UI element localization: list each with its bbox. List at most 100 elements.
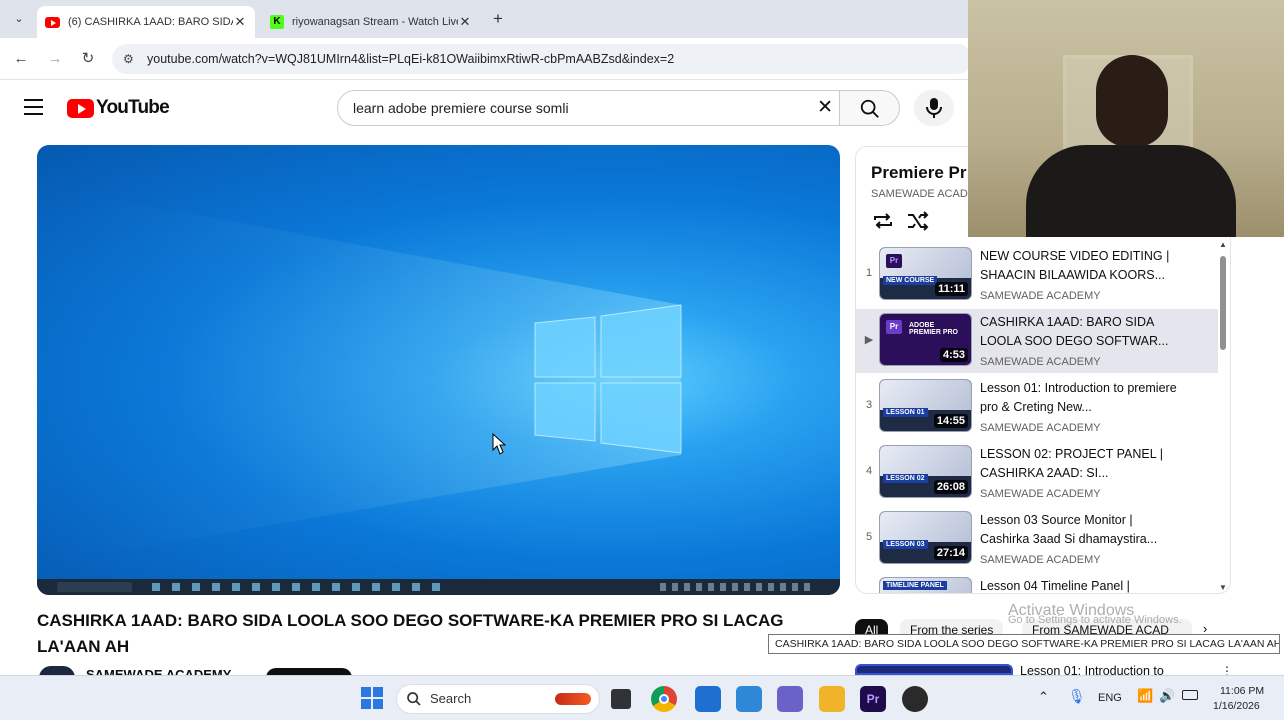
playlist-item-thumbnail: Pr ADOBE PREMIER PRO 4:53: [879, 313, 972, 366]
voice-search-button[interactable]: [914, 90, 954, 126]
youtube-play-logo-icon: [67, 98, 94, 118]
tab-title: (6) CASHIRKA 1AAD: BARO SIDA LOOLA SOO D…: [68, 16, 233, 28]
video-player[interactable]: [37, 145, 840, 595]
thumbnail-label: ADOBE PREMIER PRO: [909, 322, 959, 336]
playlist-item-title: Lesson 04 Timeline Panel |: [980, 579, 1130, 593]
language-indicator[interactable]: ENG: [1098, 692, 1122, 704]
playlist-scrollbar[interactable]: ▲ ▼: [1217, 240, 1229, 592]
playlist-item[interactable]: 1 Pr NEW COURSE 11:11 NEW COURSE VIDEO E…: [856, 243, 1218, 307]
playlist-item-current[interactable]: ▶ Pr ADOBE PREMIER PRO 4:53 CASHIRKA 1AA…: [856, 309, 1218, 373]
back-arrow-icon[interactable]: ←: [10, 48, 32, 70]
person-head: [1096, 55, 1168, 147]
windows-taskbar: Search Pr ⌃ 🎙 ENG 📶 🔊 11:06 PM 1/16/2026: [0, 675, 1284, 720]
search-input[interactable]: learn adobe premiere course somli ✕: [337, 90, 840, 126]
menu-hamburger-icon[interactable]: [24, 99, 43, 115]
volume-icon[interactable]: 🔊: [1159, 688, 1175, 704]
app-icon[interactable]: [902, 686, 928, 712]
tab-youtube[interactable]: (6) CASHIRKA 1AAD: BARO SIDA LOOLA SOO D…: [37, 6, 255, 38]
tab-close-icon[interactable]: ✕: [458, 14, 472, 30]
show-hidden-icons-icon[interactable]: ⌃: [1038, 689, 1049, 705]
wifi-icon[interactable]: 📶: [1137, 688, 1153, 704]
playlist-item[interactable]: 5 LESSON 03 27:14 Lesson 03 Source Monit…: [856, 507, 1218, 571]
playlist-item-title: Lesson 03 Source Monitor | Cashirka 3aad…: [980, 513, 1158, 546]
taskbar-search-label: Search: [430, 691, 472, 706]
playlist-item-index: 5: [865, 531, 873, 543]
thumbnail-label: LESSON 01: [883, 408, 928, 417]
shuffle-icon[interactable]: [906, 211, 930, 231]
youtube-favicon-icon: [45, 16, 60, 28]
related-video-title[interactable]: Lesson 01: Introduction to: [1020, 664, 1164, 675]
task-view-icon[interactable]: [611, 689, 631, 709]
address-bar[interactable]: ⚙ youtube.com/watch?v=WQJ81UMIrn4&list=P…: [112, 44, 972, 74]
duration-badge: 14:55: [933, 414, 968, 428]
teams-icon[interactable]: [777, 686, 803, 712]
person-body: [1026, 145, 1236, 237]
playlist-item-title: Lesson 01: Introduction to premiere pro …: [980, 381, 1177, 414]
clear-search-icon[interactable]: ✕: [817, 91, 833, 125]
thumbnail-label: LESSON 02: [883, 474, 928, 483]
system-tray: ⌃ 🎙 ENG 📶 🔊 11:06 PM 1/16/2026: [1030, 676, 1284, 721]
search-icon: [407, 692, 421, 706]
store-icon[interactable]: [695, 686, 721, 712]
tab-kick[interactable]: K riyowanagsan Stream - Watch Live ✕: [262, 6, 480, 38]
playlist-item[interactable]: 3 LESSON 01 14:55 Lesson 01: Introductio…: [856, 375, 1218, 439]
recorded-taskbar: [37, 579, 840, 595]
new-tab-icon[interactable]: +: [488, 9, 508, 29]
battery-icon[interactable]: [1182, 690, 1198, 700]
tab-search-dropdown-icon[interactable]: ⌄: [10, 10, 28, 28]
forward-arrow-icon[interactable]: →: [44, 48, 66, 70]
playlist-item-index: 1: [865, 267, 873, 279]
thumbnail-label: LESSON 03: [883, 540, 928, 549]
playlist-item[interactable]: TIMELINE PANEL Lesson 04 Timeline Panel …: [856, 573, 1218, 593]
playlist-channel[interactable]: SAMEWADE ACADE: [871, 188, 975, 200]
youtube-header: YouTube learn adobe premiere course soml…: [0, 80, 968, 136]
tab-title: riyowanagsan Stream - Watch Live: [292, 16, 458, 28]
youtube-logo[interactable]: YouTube: [67, 97, 170, 119]
scroll-up-icon[interactable]: ▲: [1219, 240, 1227, 249]
duration-badge: 27:14: [933, 546, 968, 560]
scroll-down-icon[interactable]: ▼: [1219, 583, 1227, 592]
loop-icon[interactable]: [872, 211, 894, 231]
playlist-item-title: LESSON 02: PROJECT PANEL | CASHIRKA 2AAD…: [980, 447, 1163, 480]
watermark-line2: Go to Settings to activate Windows.: [1008, 614, 1182, 626]
playlist-item-title: CASHIRKA 1AAD: BARO SIDA LOOLA SOO DEGO …: [980, 315, 1169, 348]
outlook-icon[interactable]: [736, 686, 762, 712]
playlist-item-thumbnail: TIMELINE PANEL: [879, 577, 972, 593]
thumbnail-label: NEW COURSE: [883, 276, 938, 285]
microphone-tray-icon[interactable]: 🎙: [1068, 688, 1086, 705]
now-playing-icon: ▶: [864, 334, 874, 346]
playlist-title[interactable]: Premiere Pr: [871, 163, 966, 183]
clock-date[interactable]: 1/16/2026: [1213, 700, 1260, 712]
playlist-item[interactable]: 4 LESSON 02 26:08 LESSON 02: PROJECT PAN…: [856, 441, 1218, 505]
reload-icon[interactable]: ↻: [77, 48, 99, 70]
scroll-thumb[interactable]: [1220, 256, 1226, 350]
more-actions-icon[interactable]: ⋮: [1221, 664, 1233, 675]
clock-time[interactable]: 11:06 PM: [1220, 685, 1264, 697]
duration-badge: 4:53: [939, 348, 968, 362]
playlist-item-channel: SAMEWADE ACADEMY: [980, 554, 1101, 566]
playlist-item-channel: SAMEWADE ACADEMY: [980, 290, 1101, 302]
playlist-item-thumbnail: LESSON 02 26:08: [879, 445, 972, 498]
microphone-icon: [926, 98, 942, 118]
playlist-item-index: 3: [865, 399, 873, 411]
title-tooltip: CASHIRKA 1AAD: BARO SIDA LOOLA SOO DEGO …: [768, 634, 1280, 654]
kick-favicon-icon: K: [270, 15, 284, 29]
duration-badge: 11:11: [935, 282, 968, 296]
playlist-item-thumbnail: Pr NEW COURSE 11:11: [879, 247, 972, 300]
tab-close-icon[interactable]: ✕: [233, 14, 247, 30]
playlist-item-title: NEW COURSE VIDEO EDITING | SHAACIN BILAA…: [980, 249, 1170, 282]
activate-windows-watermark: Activate Windows Go to Settings to activ…: [1008, 602, 1182, 626]
premiere-pro-icon[interactable]: Pr: [860, 686, 886, 712]
search-button[interactable]: [840, 90, 900, 126]
related-video-thumbnail[interactable]: [855, 664, 1013, 675]
file-explorer-icon[interactable]: [819, 686, 845, 712]
playlist-item-thumbnail: LESSON 01 14:55: [879, 379, 972, 432]
playlist-item-index: 4: [865, 465, 873, 477]
chrome-icon[interactable]: [651, 686, 677, 712]
site-info-icon[interactable]: ⚙: [123, 44, 134, 74]
playlist-item-thumbnail: LESSON 03 27:14: [879, 511, 972, 564]
duration-badge: 26:08: [933, 480, 968, 494]
taskbar-search-box[interactable]: Search: [396, 684, 600, 714]
windows-start-icon[interactable]: [361, 687, 383, 709]
url-text: youtube.com/watch?v=WQJ81UMIrn4&list=PLq…: [147, 52, 675, 66]
